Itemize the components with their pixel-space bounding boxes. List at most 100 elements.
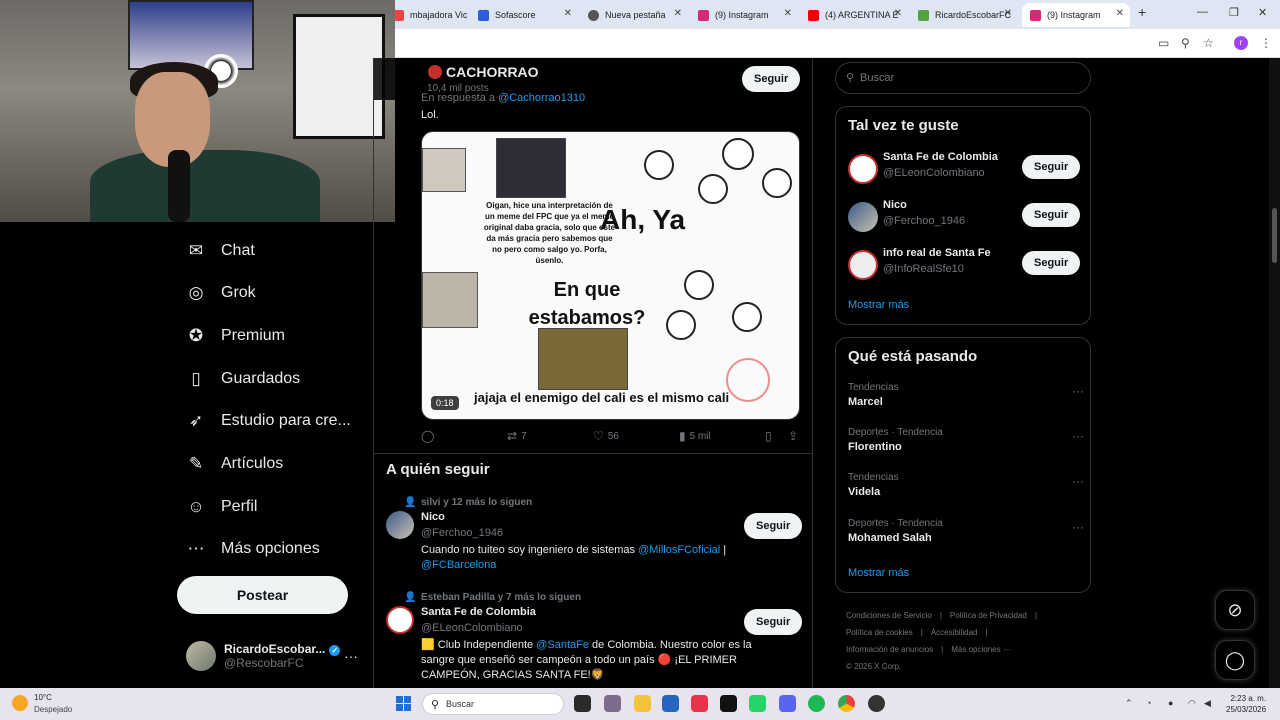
more-icon[interactable]: ··· — [1072, 384, 1084, 398]
post-button[interactable]: Postear — [177, 576, 348, 614]
follow-button[interactable]: Seguir — [1022, 251, 1081, 275]
scrollbar-thumb[interactable] — [1272, 208, 1277, 263]
scrollbar[interactable] — [1269, 58, 1280, 688]
suggestion-item[interactable]: Santa Fe de Colombia @ELeonColombiano Se… — [848, 151, 1084, 187]
like-count: 56 — [607, 430, 619, 442]
app-icon[interactable] — [691, 695, 708, 712]
follow-button[interactable]: Seguir — [742, 66, 801, 92]
nav-item-premium[interactable]: ✪ Premium — [186, 321, 285, 351]
follow-button[interactable]: Seguir — [744, 513, 803, 539]
nav-item-profile[interactable]: ☺ Perfil — [186, 492, 257, 522]
more-icon[interactable]: ··· — [1072, 520, 1084, 534]
trend-item[interactable]: Deportes · Tendencia Mohamed Salah ··· — [848, 518, 1084, 552]
taskbar-search-input[interactable]: ⚲ Buscar — [422, 693, 564, 715]
bio-link[interactable]: @FCBarcelona — [421, 559, 496, 571]
close-tab-icon[interactable]: ✕ — [784, 8, 792, 19]
trend-name: Mohamed Salah — [848, 532, 932, 544]
nav-item-bookmarks[interactable]: ▯ Guardados — [186, 364, 300, 394]
trend-item[interactable]: Tendencias Marcel ··· — [848, 382, 1084, 416]
browser-tab[interactable]: (4) ARGENTINA E ✕ — [800, 3, 908, 27]
webcam-overlay — [0, 0, 395, 222]
footer-link[interactable]: Política de cookies — [846, 628, 913, 637]
views-button[interactable]: ▮ 5 mil — [679, 429, 711, 443]
more-icon: ⋯ — [187, 539, 205, 558]
nav-item-more[interactable]: ⋯ Más opciones — [186, 534, 320, 564]
suggestion-item[interactable]: Nico @Ferchoo_1946 Seguir — [848, 199, 1084, 235]
minimize-icon[interactable]: — — [1197, 6, 1208, 18]
reply-handle-link[interactable]: @Cachorrao1310 — [498, 92, 585, 104]
messages-float-button[interactable]: ◯ — [1215, 640, 1255, 680]
more-icon[interactable]: ··· — [1072, 429, 1084, 443]
social-context: Esteban Padilla y 7 más lo siguen — [421, 592, 582, 603]
suggestion-item[interactable]: info real de Santa Fe @InfoRealSfe10 Seg… — [848, 247, 1084, 283]
footer-link[interactable]: Información de anuncios — [846, 645, 933, 654]
browser-tab[interactable]: Sofascore ✕ — [470, 3, 578, 27]
cast-icon[interactable]: ▭ — [1158, 36, 1169, 50]
browser-profile-avatar[interactable]: r — [1234, 36, 1248, 50]
search-input[interactable]: ⚲ Buscar — [835, 62, 1091, 94]
chevron-up-icon[interactable]: ⌃ — [1125, 698, 1133, 709]
star-icon[interactable]: ☆ — [1203, 36, 1214, 50]
restore-icon[interactable]: ❐ — [1229, 6, 1239, 19]
footer-link[interactable]: Más opciones ··· — [951, 645, 1011, 654]
nav-item-grok[interactable]: ◎ Grok — [186, 278, 256, 308]
whatsapp-icon[interactable] — [749, 695, 766, 712]
footer-link[interactable]: Accesibilidad — [931, 628, 978, 637]
store-icon[interactable] — [662, 695, 679, 712]
reply-button[interactable]: ◯ — [421, 429, 434, 443]
new-tab-button[interactable]: + — [1138, 4, 1146, 20]
system-clock[interactable]: 2:23 a. m. 25/03/2026 — [1226, 693, 1266, 715]
close-tab-icon[interactable]: ✕ — [1116, 8, 1124, 19]
account-more-icon[interactable]: ··· — [344, 648, 358, 664]
network-icon[interactable]: ◔ — [1146, 698, 1151, 708]
zoom-icon[interactable]: ⚲ — [1181, 36, 1190, 50]
follow-button[interactable]: Seguir — [744, 609, 803, 635]
follow-suggestion[interactable]: 👤 Esteban Padilla y 7 más lo siguen Sant… — [386, 592, 806, 688]
chrome-icon[interactable] — [838, 695, 855, 712]
follow-button[interactable]: Seguir — [1022, 203, 1081, 227]
app-icon[interactable] — [604, 695, 621, 712]
discord-icon[interactable] — [779, 695, 796, 712]
volume-icon[interactable]: ◀ — [1204, 698, 1211, 709]
search-placeholder: Buscar — [446, 699, 475, 709]
more-icon[interactable]: ··· — [1072, 474, 1084, 488]
share-button[interactable]: ⇪ — [788, 429, 798, 443]
bio-link[interactable]: @MillosFCoficial — [638, 544, 720, 556]
close-window-icon[interactable]: ✕ — [1258, 6, 1267, 19]
nav-item-creator-studio[interactable]: ➶ Estudio para cre... — [186, 406, 351, 436]
mic-icon[interactable]: ● — [1168, 698, 1173, 708]
file-explorer-icon[interactable] — [634, 695, 651, 712]
bio-link[interactable]: @SantaFe — [536, 639, 589, 651]
account-switcher[interactable]: RicardoEscobar... ✓ @RescobarFC — [186, 641, 341, 671]
wifi-icon[interactable]: ◠ — [1188, 698, 1196, 709]
browser-tab[interactable]: RicardoEscobarFC ✕ — [910, 3, 1018, 27]
app-icon[interactable] — [868, 695, 885, 712]
browser-tab-active[interactable]: (9) Instagram ✕ — [1022, 3, 1130, 27]
footer-link[interactable]: Política de Privacidad — [950, 611, 1027, 620]
spotify-icon[interactable] — [808, 695, 825, 712]
browser-tab[interactable]: (9) Instagram ✕ — [690, 3, 798, 27]
trend-item[interactable]: Tendencias Videla ··· — [848, 472, 1084, 506]
repost-button[interactable]: ⇄ 7 — [507, 429, 527, 443]
close-tab-icon[interactable]: ✕ — [1004, 8, 1012, 19]
close-tab-icon[interactable]: ✕ — [674, 8, 682, 19]
trend-item[interactable]: Deportes · Tendencia Florentino ··· — [848, 427, 1084, 461]
browser-tab[interactable]: Nueva pestaña ✕ — [580, 3, 688, 27]
tweet-video[interactable]: Oigan, hice una interpretación de un mem… — [421, 131, 800, 420]
grok-float-button[interactable]: ⊘ — [1215, 590, 1255, 630]
nav-item-articles[interactable]: ✎ Artículos — [186, 449, 283, 479]
nav-item-chat[interactable]: ✉ Chat — [186, 236, 255, 266]
close-tab-icon[interactable]: ✕ — [564, 8, 572, 19]
close-tab-icon[interactable]: ✕ — [894, 8, 902, 19]
tiktok-icon[interactable] — [720, 695, 737, 712]
show-more-link[interactable]: Mostrar más — [848, 567, 909, 579]
show-more-link[interactable]: Mostrar más — [848, 299, 909, 311]
follow-suggestion[interactable]: 👤 silvi y 12 más lo siguen Nico @Ferchoo… — [386, 497, 806, 585]
start-button[interactable] — [396, 696, 412, 712]
bookmark-button[interactable]: ▯ — [765, 429, 772, 443]
follow-button[interactable]: Seguir — [1022, 155, 1081, 179]
kebab-menu-icon[interactable]: ⋮ — [1260, 36, 1272, 50]
like-button[interactable]: ♡ 56 — [593, 429, 619, 443]
footer-link[interactable]: Condiciones de Servicio — [846, 611, 932, 620]
task-view-icon[interactable] — [574, 695, 591, 712]
